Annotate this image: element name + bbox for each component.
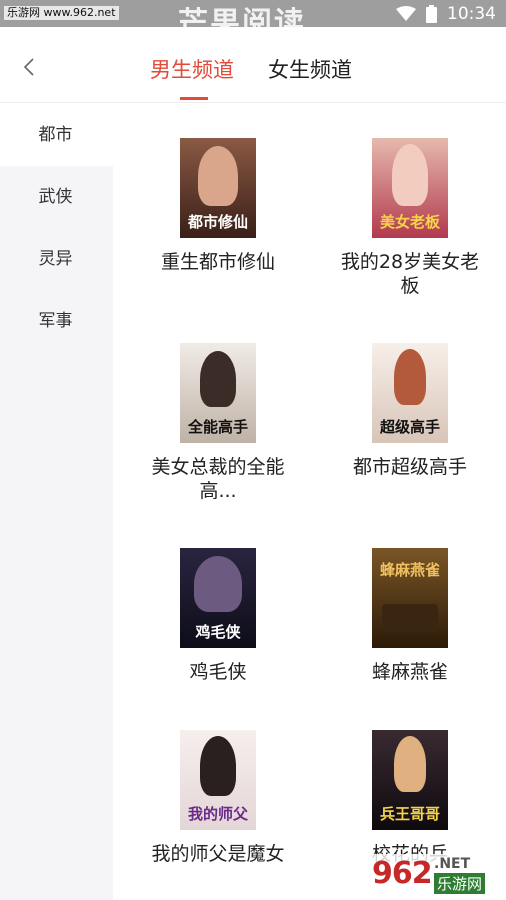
tab-female-channel[interactable]: 女生频道 xyxy=(268,57,352,83)
book-card[interactable]: 兵王哥哥 校花的兵 xyxy=(325,730,495,866)
cover-title: 都市修仙 xyxy=(187,213,248,231)
sidebar-item-supernatural[interactable]: 灵异 xyxy=(0,228,113,290)
site-watermark: 乐游网 www.962.net xyxy=(4,6,119,20)
book-card[interactable]: 都市修仙 重生都市修仙 xyxy=(133,138,303,274)
book-card[interactable]: 鸡毛侠 鸡毛侠 xyxy=(133,548,303,684)
sidebar-item-urban[interactable]: 都市 xyxy=(0,104,113,166)
book-title: 重生都市修仙 xyxy=(160,251,275,273)
cover-title: 鸡毛侠 xyxy=(195,623,241,641)
active-tab-indicator xyxy=(180,97,208,100)
cover-title: 美女老板 xyxy=(379,213,440,231)
tab-male-channel[interactable]: 男生频道 xyxy=(150,57,234,83)
book-title: 都市超级高手 xyxy=(352,456,467,478)
book-cover[interactable]: 超级高手 xyxy=(372,343,448,443)
watermark-cn: 乐游网 xyxy=(434,873,486,894)
book-title: 我的28岁美女老板 xyxy=(340,251,480,297)
sidebar-item-wuxia[interactable]: 武侠 xyxy=(0,166,113,228)
watermark-net: .NET xyxy=(434,856,471,872)
book-cover[interactable]: 蜂麻燕雀 xyxy=(372,548,448,648)
back-arrow-icon[interactable] xyxy=(18,55,42,79)
book-title: 我的师父是魔女 xyxy=(151,843,285,865)
book-card[interactable]: 美女老板 我的28岁美女老板 xyxy=(325,138,495,298)
category-sidebar: 都市 武侠 灵异 军事 xyxy=(0,104,113,900)
book-cover[interactable]: 鸡毛侠 xyxy=(180,548,256,648)
book-cover[interactable]: 全能高手 xyxy=(180,343,256,443)
book-card[interactable]: 我的师父 我的师父是魔女 xyxy=(133,730,303,866)
book-title: 鸡毛侠 xyxy=(189,661,247,683)
cover-title: 蜂麻燕雀 xyxy=(379,561,440,579)
status-bar: 乐游网 www.962.net 芒果阅读 10:34 xyxy=(0,0,506,41)
wifi-icon xyxy=(396,6,416,21)
cover-title: 超级高手 xyxy=(379,418,440,436)
book-cover[interactable]: 我的师父 xyxy=(180,730,256,830)
cover-title: 全能高手 xyxy=(187,418,248,436)
book-card[interactable]: 蜂麻燕雀 蜂麻燕雀 xyxy=(325,548,495,684)
book-card[interactable]: 全能高手 美女总裁的全能高... xyxy=(133,343,303,503)
battery-icon xyxy=(426,5,437,23)
book-title: 蜂麻燕雀 xyxy=(371,661,448,683)
channel-header: 男生频道 女生频道 xyxy=(0,27,506,103)
cover-title: 我的师父 xyxy=(187,805,248,823)
book-card[interactable]: 超级高手 都市超级高手 xyxy=(325,343,495,479)
book-cover[interactable]: 都市修仙 xyxy=(180,138,256,238)
watermark-number: 962 xyxy=(372,856,433,891)
site-logo-watermark: 962 .NET 乐游网 xyxy=(368,854,500,896)
book-cover[interactable]: 美女老板 xyxy=(372,138,448,238)
sidebar-item-military[interactable]: 军事 xyxy=(0,290,113,352)
clock: 10:34 xyxy=(447,4,496,24)
book-cover[interactable]: 兵王哥哥 xyxy=(372,730,448,830)
cover-title: 兵王哥哥 xyxy=(379,805,440,823)
book-title: 美女总裁的全能高... xyxy=(151,456,285,502)
